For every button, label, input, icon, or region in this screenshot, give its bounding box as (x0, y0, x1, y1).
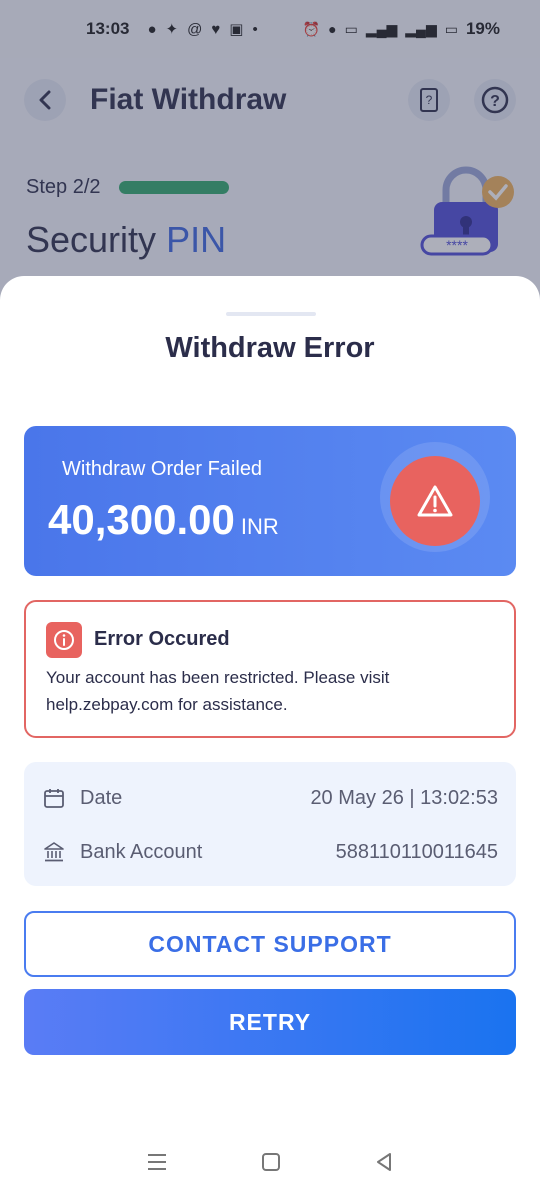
error-message-box: Error Occured Your account has been rest… (24, 600, 516, 738)
recents-icon[interactable] (146, 1152, 168, 1178)
bank-account-value: 588110110011645 (335, 840, 498, 863)
failed-order-label: Withdraw Order Failed (62, 458, 263, 480)
error-title: Error Occured (94, 628, 230, 650)
warning-triangle-icon (417, 485, 453, 517)
bank-icon (42, 840, 66, 864)
transaction-details: Date 20 May 26 | 13:02:53 Bank Account 5… (24, 762, 516, 886)
error-message: Your account has been restricted. Please… (46, 668, 390, 714)
withdraw-error-sheet: Withdraw Error Withdraw Order Failed 40,… (0, 276, 540, 1199)
system-nav-bar (0, 1130, 540, 1199)
error-badge (46, 622, 82, 658)
sheet-drag-handle[interactable] (226, 312, 316, 316)
warning-badge (390, 456, 480, 546)
detail-row-bank-account: Bank Account 588110110011645 (42, 840, 498, 864)
detail-row-date: Date 20 May 26 | 13:02:53 (42, 786, 498, 810)
contact-support-button[interactable]: CONTACT SUPPORT (24, 911, 516, 977)
sheet-title: Withdraw Error (165, 332, 375, 364)
bank-account-label: Bank Account (80, 840, 203, 863)
retry-button[interactable]: RETRY (24, 989, 516, 1055)
date-label: Date (80, 786, 123, 809)
date-value: 20 May 26 | 13:02:53 (310, 786, 498, 809)
failed-amount: 40,300.00 INR (48, 496, 279, 543)
back-nav-icon[interactable] (374, 1152, 394, 1178)
currency-label: INR (240, 514, 279, 539)
home-icon[interactable] (261, 1152, 281, 1178)
info-circle-icon (54, 630, 74, 650)
failed-order-card: Withdraw Order Failed 40,300.00 INR (24, 426, 516, 576)
calendar-icon (42, 786, 66, 810)
